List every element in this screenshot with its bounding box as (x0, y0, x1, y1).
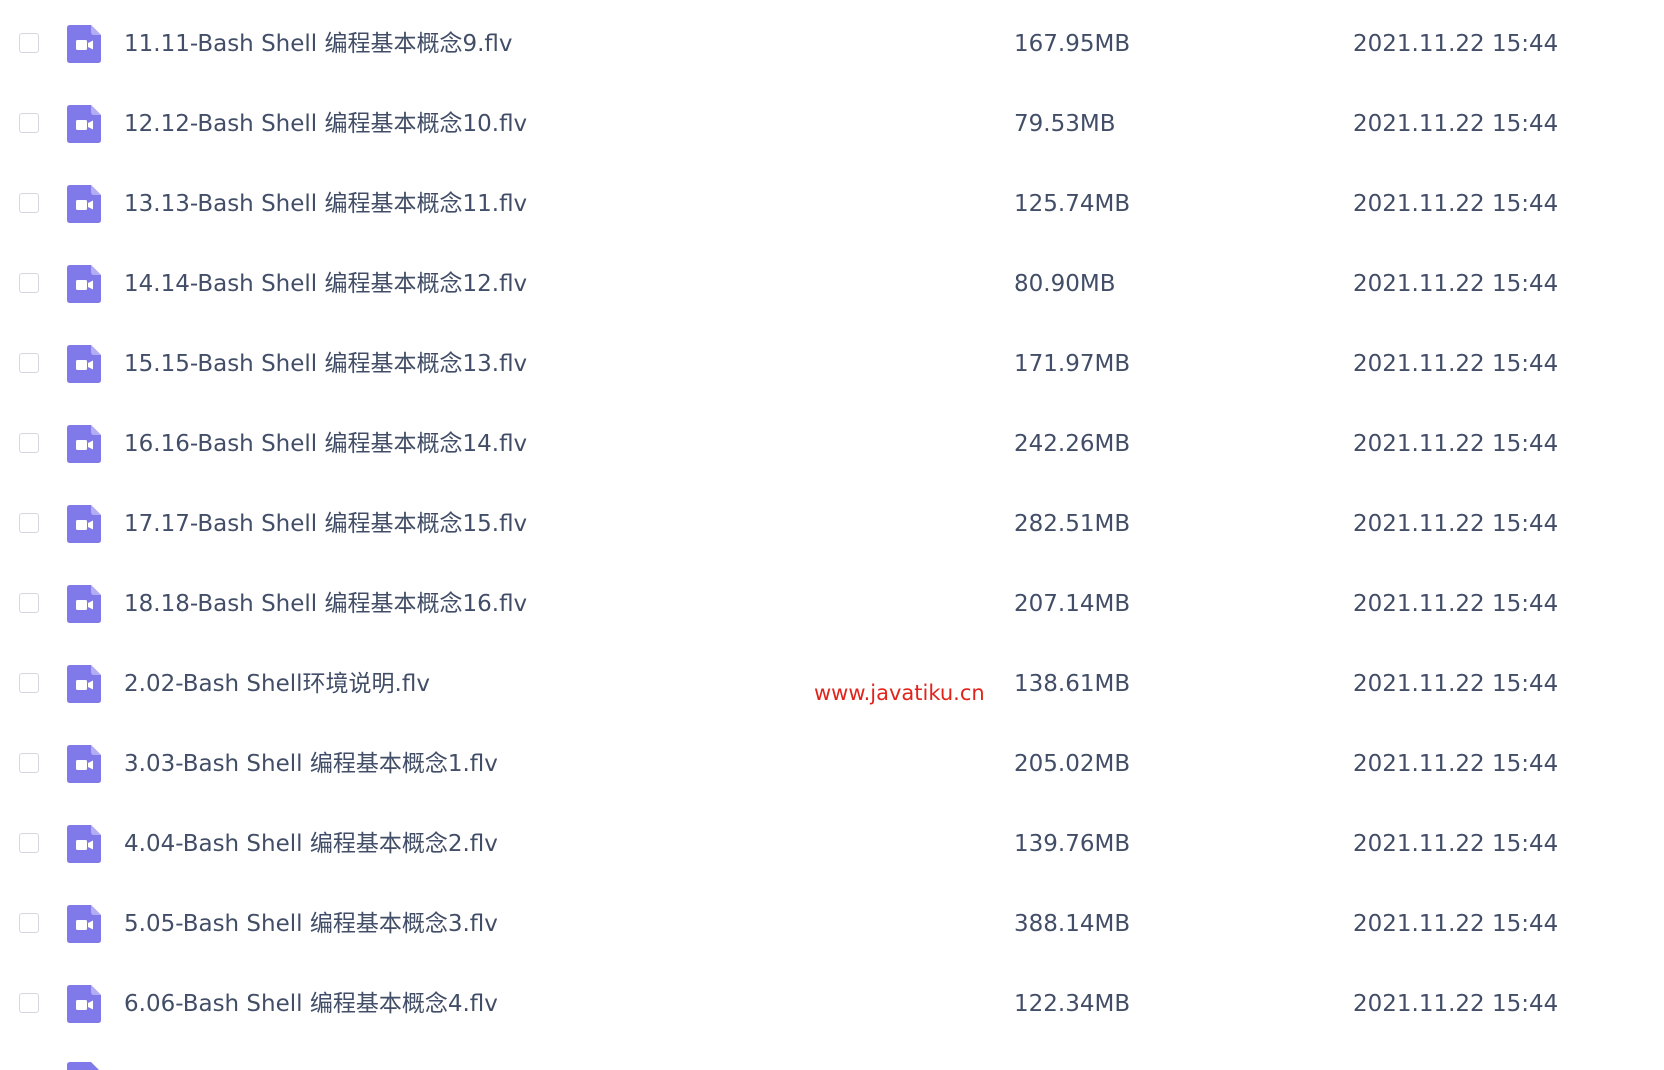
file-name[interactable]: 17.17-Bash Shell 编程基本概念15.flv (124, 510, 527, 538)
file-modified-date: 2021.11.22 15:44 (1353, 431, 1559, 457)
row-checkbox[interactable] (19, 993, 39, 1013)
row-checkbox[interactable] (19, 433, 39, 453)
file-name[interactable]: 18.18-Bash Shell 编程基本概念16.flv (124, 590, 527, 618)
file-modified-date: 2021.11.22 15:44 (1353, 271, 1559, 297)
file-size: 125.74MB (1014, 191, 1131, 217)
file-modified-date: 2021.11.22 15:44 (1353, 671, 1559, 697)
file-size: 167.95MB (1014, 31, 1131, 57)
video-file-icon (67, 505, 101, 543)
video-file-icon (67, 265, 101, 303)
file-size: 80.90MB (1014, 271, 1116, 297)
file-row[interactable]: 3.03-Bash Shell 编程基本概念1.flv 205.02MB 2021.… (0, 724, 1664, 804)
row-checkbox[interactable] (19, 673, 39, 693)
file-list: 11.11-Bash Shell 编程基本概念9.flv 167.95MB 2021… (0, 0, 1664, 1070)
file-name[interactable]: 14.14-Bash Shell 编程基本概念12.flv (124, 270, 527, 298)
file-size: 207.14MB (1014, 591, 1131, 617)
file-name[interactable]: 15.15-Bash Shell 编程基本概念13.flv (124, 350, 527, 378)
file-size: 139.76MB (1014, 831, 1131, 857)
file-modified-date: 2021.11.22 15:44 (1353, 111, 1559, 137)
file-modified-date: 2021.11.22 15:44 (1353, 751, 1559, 777)
file-name[interactable]: 2.02-Bash Shell环境说明.flv (124, 670, 430, 698)
file-row[interactable]: 12.12-Bash Shell 编程基本概念10.flv 79.53MB 2021… (0, 84, 1664, 164)
file-size: 138.61MB (1014, 671, 1131, 697)
file-size: 242.26MB (1014, 431, 1131, 457)
video-file-icon (67, 985, 101, 1023)
video-file-icon (67, 585, 101, 623)
watermark-text: www.javatiku.cn (814, 681, 985, 705)
video-file-icon (67, 345, 101, 383)
file-row[interactable]: 16.16-Bash Shell 编程基本概念14.flv 242.26MB 202… (0, 404, 1664, 484)
file-row[interactable]: 17.17-Bash Shell 编程基本概念15.flv 282.51MB 202… (0, 484, 1664, 564)
row-checkbox[interactable] (19, 913, 39, 933)
file-name[interactable]: 6.06-Bash Shell 编程基本概念4.flv (124, 990, 498, 1018)
file-row[interactable]: 18.18-Bash Shell 编程基本概念16.flv 207.14MB 202… (0, 564, 1664, 644)
row-checkbox[interactable] (19, 353, 39, 373)
file-modified-date: 2021.11.22 15:44 (1353, 991, 1559, 1017)
video-file-icon (67, 425, 101, 463)
file-name[interactable]: 11.11-Bash Shell 编程基本概念9.flv (124, 30, 513, 58)
file-size: 79.53MB (1014, 111, 1116, 137)
file-modified-date: 2021.11.22 15:44 (1353, 591, 1559, 617)
row-checkbox[interactable] (19, 193, 39, 213)
file-name[interactable]: 3.03-Bash Shell 编程基本概念1.flv (124, 750, 498, 778)
video-file-icon (67, 905, 101, 943)
file-modified-date: 2021.11.22 15:44 (1353, 911, 1559, 937)
file-name[interactable]: 4.04-Bash Shell 编程基本概念2.flv (124, 830, 498, 858)
file-row[interactable]: 4.04-Bash Shell 编程基本概念2.flv 139.76MB 2021.… (0, 804, 1664, 884)
file-row[interactable]: 11.11-Bash Shell 编程基本概念9.flv 167.95MB 2021… (0, 4, 1664, 84)
video-file-icon (67, 665, 101, 703)
file-modified-date: 2021.11.22 15:44 (1353, 351, 1559, 377)
video-file-icon (67, 105, 101, 143)
file-row[interactable]: 6.06-Bash Shell 编程基本概念4.flv 122.34MB 2021.… (0, 964, 1664, 1044)
row-checkbox[interactable] (19, 593, 39, 613)
row-checkbox[interactable] (19, 33, 39, 53)
file-name[interactable]: 12.12-Bash Shell 编程基本概念10.flv (124, 110, 527, 138)
file-modified-date: 2021.11.22 15:44 (1353, 31, 1559, 57)
video-file-icon (67, 185, 101, 223)
file-row[interactable]: 13.13-Bash Shell 编程基本概念11.flv 125.74MB 202… (0, 164, 1664, 244)
video-file-icon (67, 1062, 101, 1070)
row-checkbox[interactable] (19, 753, 39, 773)
video-file-icon (67, 825, 101, 863)
file-size: 205.02MB (1014, 751, 1131, 777)
row-checkbox[interactable] (19, 113, 39, 133)
file-name[interactable]: 16.16-Bash Shell 编程基本概念14.flv (124, 430, 527, 458)
file-size: 388.14MB (1014, 911, 1131, 937)
file-size: 122.34MB (1014, 991, 1131, 1017)
file-row[interactable]: 14.14-Bash Shell 编程基本概念12.flv 80.90MB 2021… (0, 244, 1664, 324)
row-checkbox[interactable] (19, 273, 39, 293)
file-row[interactable]: 5.05-Bash Shell 编程基本概念3.flv 388.14MB 2021.… (0, 884, 1664, 964)
file-name[interactable]: 13.13-Bash Shell 编程基本概念11.flv (124, 190, 527, 218)
file-row[interactable]: 15.15-Bash Shell 编程基本概念13.flv 171.97MB 202… (0, 324, 1664, 404)
file-modified-date: 2021.11.22 15:44 (1353, 191, 1559, 217)
file-size: 282.51MB (1014, 511, 1131, 537)
file-name[interactable]: 5.05-Bash Shell 编程基本概念3.flv (124, 910, 498, 938)
video-file-icon (67, 745, 101, 783)
video-file-icon (67, 25, 101, 63)
file-size: 171.97MB (1014, 351, 1131, 377)
file-modified-date: 2021.11.22 15:44 (1353, 511, 1559, 537)
row-checkbox[interactable] (19, 833, 39, 853)
row-checkbox[interactable] (19, 513, 39, 533)
file-modified-date: 2021.11.22 15:44 (1353, 831, 1559, 857)
